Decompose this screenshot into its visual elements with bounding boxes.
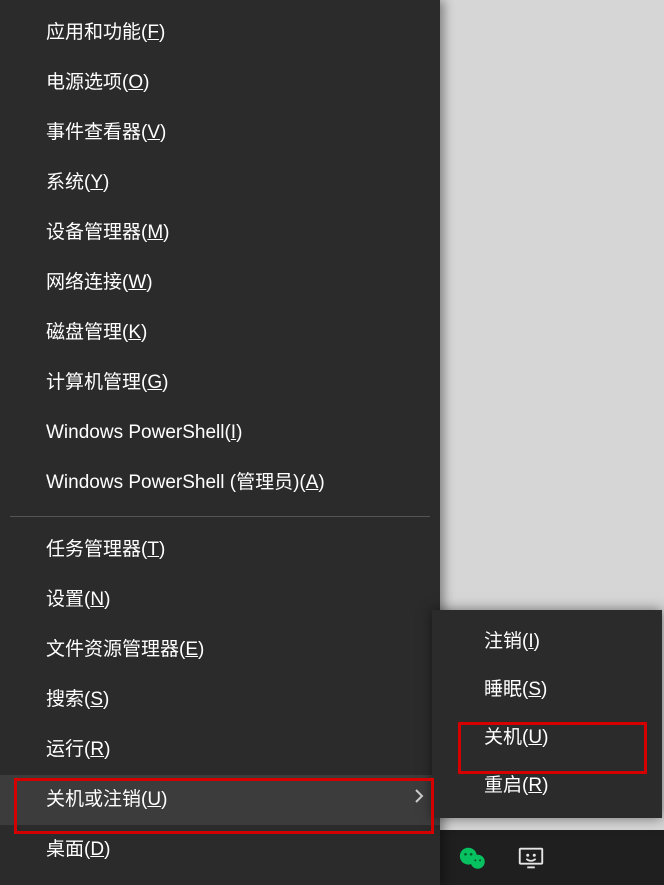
menu-item-label: 设置(N) xyxy=(46,589,110,610)
menu-item-powershell-admin[interactable]: Windows PowerShell (管理员)(A) xyxy=(0,458,440,508)
wechat-icon[interactable] xyxy=(458,843,488,873)
menu-item-apps-features[interactable]: 应用和功能(F) xyxy=(0,8,440,58)
menu-item-label: 桌面(D) xyxy=(46,839,110,860)
submenu-item-restart[interactable]: 重启(R) xyxy=(432,762,662,810)
menu-item-task-manager[interactable]: 任务管理器(T) xyxy=(0,525,440,575)
submenu-item-shutdown[interactable]: 关机(U) xyxy=(432,714,662,762)
menu-item-network-connections[interactable]: 网络连接(W) xyxy=(0,258,440,308)
chevron-right-icon xyxy=(414,787,424,813)
menu-item-label: 网络连接(W) xyxy=(46,272,153,293)
menu-item-label: 电源选项(O) xyxy=(46,72,149,93)
submenu-item-label: 注销(I) xyxy=(484,631,540,652)
menu-item-file-explorer[interactable]: 文件资源管理器(E) xyxy=(0,625,440,675)
submenu-item-signout[interactable]: 注销(I) xyxy=(432,618,662,666)
menu-item-label: 系统(Y) xyxy=(46,172,109,193)
taskbar xyxy=(430,830,664,885)
menu-item-disk-management[interactable]: 磁盘管理(K) xyxy=(0,308,440,358)
menu-item-event-viewer[interactable]: 事件查看器(V) xyxy=(0,108,440,158)
menu-item-label: 设备管理器(M) xyxy=(46,222,170,243)
menu-item-settings[interactable]: 设置(N) xyxy=(0,575,440,625)
menu-item-desktop[interactable]: 桌面(D) xyxy=(0,825,440,875)
submenu-item-sleep[interactable]: 睡眠(S) xyxy=(432,666,662,714)
menu-item-label: 任务管理器(T) xyxy=(46,539,165,560)
menu-item-label: 搜索(S) xyxy=(46,689,109,710)
submenu-item-label: 重启(R) xyxy=(484,775,548,796)
menu-item-search[interactable]: 搜索(S) xyxy=(0,675,440,725)
menu-item-label: 运行(R) xyxy=(46,739,110,760)
menu-item-label: 关机或注销(U) xyxy=(46,789,167,810)
menu-item-label: Windows PowerShell (管理员)(A) xyxy=(46,472,325,493)
display-icon[interactable] xyxy=(516,843,546,873)
winx-context-menu: 应用和功能(F) 电源选项(O) 事件查看器(V) 系统(Y) 设备管理器(M)… xyxy=(0,0,440,885)
menu-item-device-manager[interactable]: 设备管理器(M) xyxy=(0,208,440,258)
menu-separator xyxy=(10,516,430,517)
submenu-item-label: 关机(U) xyxy=(484,727,548,748)
menu-item-run[interactable]: 运行(R) xyxy=(0,725,440,775)
menu-item-label: 文件资源管理器(E) xyxy=(46,639,204,660)
menu-item-shutdown-signout[interactable]: 关机或注销(U) xyxy=(0,775,440,825)
menu-item-computer-management[interactable]: 计算机管理(G) xyxy=(0,358,440,408)
menu-list: 应用和功能(F) 电源选项(O) 事件查看器(V) 系统(Y) 设备管理器(M)… xyxy=(0,0,440,875)
menu-item-label: 磁盘管理(K) xyxy=(46,322,147,343)
menu-item-powershell[interactable]: Windows PowerShell(I) xyxy=(0,408,440,458)
menu-item-label: 计算机管理(G) xyxy=(46,372,168,393)
menu-item-power-options[interactable]: 电源选项(O) xyxy=(0,58,440,108)
menu-item-label: Windows PowerShell(I) xyxy=(46,422,242,443)
submenu-item-label: 睡眠(S) xyxy=(484,679,547,700)
menu-item-label: 事件查看器(V) xyxy=(46,122,166,143)
menu-item-label: 应用和功能(F) xyxy=(46,22,165,43)
menu-item-system[interactable]: 系统(Y) xyxy=(0,158,440,208)
shutdown-submenu: 注销(I) 睡眠(S) 关机(U) 重启(R) xyxy=(432,610,662,818)
